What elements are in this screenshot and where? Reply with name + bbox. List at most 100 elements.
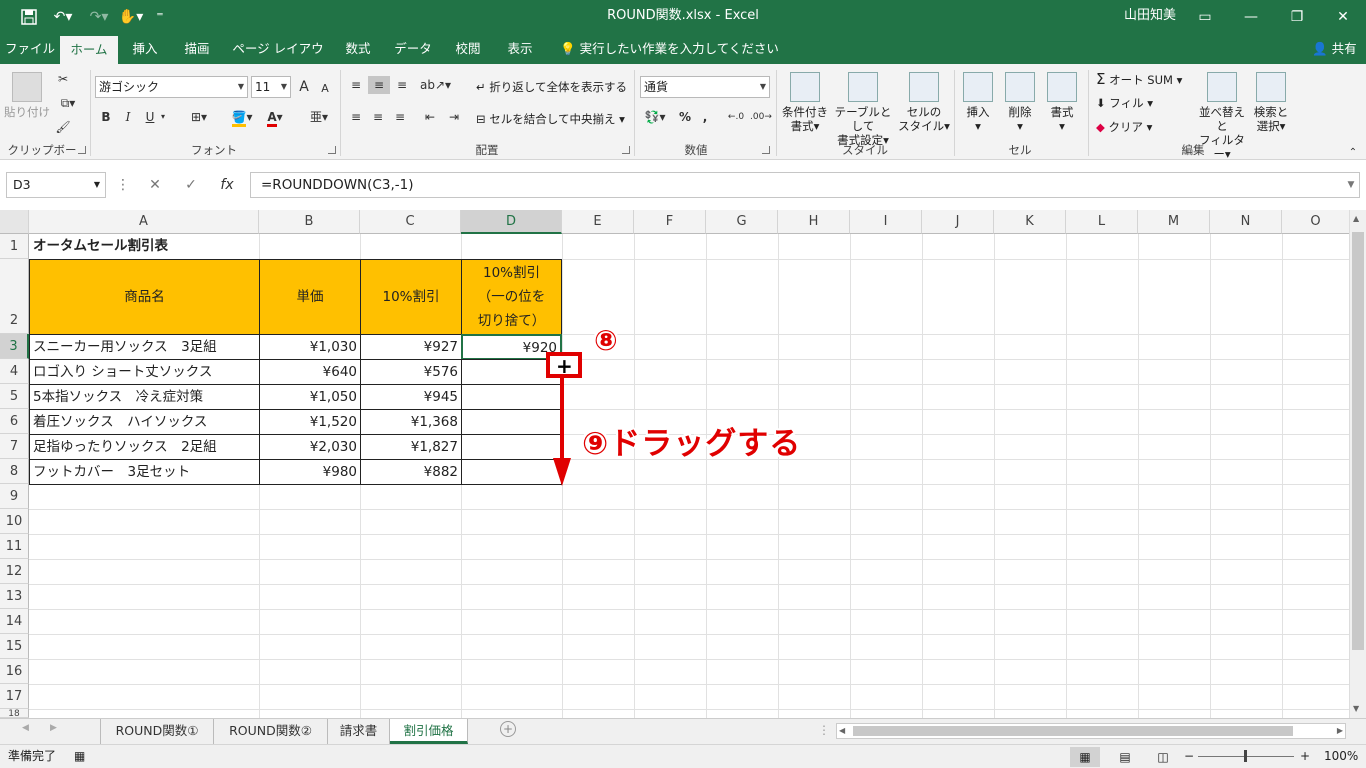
align-middle-icon[interactable]: ≡ xyxy=(368,76,390,94)
copy-icon[interactable]: ⧉▾ xyxy=(54,94,82,112)
table-cell[interactable]: ¥1,520 xyxy=(259,409,361,435)
table-cell[interactable]: ¥945 xyxy=(360,384,462,410)
restore-icon[interactable]: ❐ xyxy=(1274,0,1320,34)
grow-font-icon[interactable]: A xyxy=(296,78,312,96)
row-header[interactable]: 4 xyxy=(0,359,29,384)
column-header[interactable]: F xyxy=(634,210,706,234)
column-header[interactable]: H xyxy=(778,210,850,234)
font-launcher-icon[interactable] xyxy=(328,146,336,154)
ribbon-display-icon[interactable]: ▭ xyxy=(1182,0,1228,34)
sheet-tab[interactable]: 請求書 xyxy=(328,719,390,744)
percent-style-button[interactable]: % xyxy=(676,108,694,126)
table-cell[interactable]: ¥1,030 xyxy=(259,334,361,360)
zoom-slider[interactable] xyxy=(1198,750,1294,762)
tab-page-layout[interactable]: ページ レイアウト xyxy=(228,34,328,86)
row-header[interactable]: 11 xyxy=(0,534,29,559)
table-cell[interactable]: ¥640 xyxy=(259,359,361,385)
header-cell[interactable]: 10%割引 （一の位を 切り捨て） xyxy=(461,259,562,335)
undo-icon[interactable]: ↶▾ xyxy=(48,0,78,34)
italic-button[interactable]: I xyxy=(120,108,136,126)
cut-icon[interactable]: ✂ xyxy=(54,70,72,88)
tab-home[interactable]: ホーム xyxy=(60,36,118,64)
table-cell[interactable]: ¥980 xyxy=(259,459,361,485)
row-header[interactable]: 7 xyxy=(0,434,29,459)
table-cell[interactable]: スニーカー用ソックス 3足組 xyxy=(29,334,260,360)
format-cells-button[interactable]: 書式 ▾ xyxy=(1042,72,1082,133)
column-header[interactable]: N xyxy=(1210,210,1282,234)
table-cell[interactable]: 足指ゆったりソックス 2足組 xyxy=(29,434,260,460)
row-header[interactable]: 3 xyxy=(0,334,29,359)
insert-function-button[interactable]: fx xyxy=(214,172,240,198)
user-name[interactable]: 山田知美 xyxy=(1124,0,1176,32)
new-sheet-icon[interactable]: + xyxy=(500,721,516,737)
redo-icon[interactable]: ↷▾ xyxy=(84,0,114,34)
column-header[interactable]: J xyxy=(922,210,994,234)
decrease-indent-icon[interactable]: ⇤ xyxy=(420,108,440,126)
cell-styles-button[interactable]: セルの スタイル▾ xyxy=(898,72,950,133)
name-box[interactable]: D3 ▼ xyxy=(6,172,106,198)
header-cell[interactable]: 10%割引 xyxy=(360,259,462,335)
underline-button[interactable]: U xyxy=(142,108,158,126)
macro-record-icon[interactable]: ▦ xyxy=(74,745,85,768)
column-header[interactable]: I xyxy=(850,210,922,234)
clear-button[interactable]: ◆ クリア ▾ xyxy=(1096,118,1152,136)
sheet-tab[interactable]: ROUND関数② xyxy=(214,719,328,744)
fill-button[interactable]: ⬇ フィル ▾ xyxy=(1096,94,1153,112)
table-cell[interactable]: ¥1,368 xyxy=(360,409,462,435)
font-name-dropdown[interactable]: 游ゴシック ▼ xyxy=(95,76,248,98)
number-format-dropdown[interactable]: 通貨 ▼ xyxy=(640,76,770,98)
select-all-corner[interactable] xyxy=(0,210,29,234)
table-cell[interactable]: フットカバー 3足セット xyxy=(29,459,260,485)
table-cell[interactable]: ¥1,050 xyxy=(259,384,361,410)
font-size-dropdown[interactable]: 11 ▼ xyxy=(251,76,291,98)
tab-draw[interactable]: 描画 xyxy=(174,34,220,64)
scroll-right-icon[interactable]: ▶ xyxy=(1337,724,1343,738)
enter-icon[interactable]: ✓ xyxy=(178,172,204,198)
row-header[interactable]: 18 xyxy=(0,709,29,718)
column-header[interactable]: G xyxy=(706,210,778,234)
tab-file[interactable]: ファイル xyxy=(2,34,58,64)
table-cell[interactable]: ¥576 xyxy=(360,359,462,385)
expand-formula-icon[interactable]: ▼ xyxy=(1344,172,1358,198)
fill-handle-highlight[interactable]: + xyxy=(546,352,582,378)
header-cell[interactable]: 単価 xyxy=(259,259,361,335)
tab-view[interactable]: 表示 xyxy=(498,34,542,64)
orientation-icon[interactable]: ab↗▾ xyxy=(420,76,451,94)
column-header[interactable]: M xyxy=(1138,210,1210,234)
alignment-launcher-icon[interactable] xyxy=(622,146,630,154)
delete-cells-button[interactable]: 削除 ▾ xyxy=(1000,72,1040,133)
increase-indent-icon[interactable]: ⇥ xyxy=(444,108,464,126)
touch-mode-icon[interactable]: ✋▾ xyxy=(116,0,146,34)
comma-style-button[interactable]: , xyxy=(698,108,712,126)
row-header[interactable]: 15 xyxy=(0,634,29,659)
align-center-icon[interactable]: ≡ xyxy=(368,108,388,126)
table-cell[interactable]: ¥1,827 xyxy=(360,434,462,460)
find-select-button[interactable]: 検索と 選択▾ xyxy=(1252,72,1290,133)
decrease-decimal-icon[interactable]: .00→ xyxy=(750,108,772,126)
font-color-icon[interactable]: A▾ xyxy=(260,108,290,127)
column-header[interactable]: E xyxy=(562,210,634,234)
insert-cells-button[interactable]: 挿入 ▾ xyxy=(958,72,998,133)
align-bottom-icon[interactable]: ≡ xyxy=(392,76,412,94)
sheet-tab-active[interactable]: 割引価格 xyxy=(390,719,468,744)
tab-split-icon[interactable]: ⋮ xyxy=(818,723,830,737)
phonetic-icon[interactable]: 亜▾ xyxy=(304,108,334,126)
column-header[interactable]: D xyxy=(461,210,562,234)
zoom-slider-thumb[interactable] xyxy=(1244,750,1247,762)
align-right-icon[interactable]: ≡ xyxy=(390,108,410,126)
scroll-up-icon[interactable]: ▲ xyxy=(1353,214,1359,223)
align-top-icon[interactable]: ≡ xyxy=(346,76,366,94)
bold-button[interactable]: B xyxy=(98,108,114,126)
table-cell[interactable]: 着圧ソックス ハイソックス xyxy=(29,409,260,435)
wrap-text-button[interactable]: ↵ 折り返して全体を表示する xyxy=(476,78,627,96)
horizontal-scroll-thumb[interactable] xyxy=(853,726,1293,736)
column-header[interactable]: L xyxy=(1066,210,1138,234)
cancel-icon[interactable]: ✕ xyxy=(142,172,168,198)
close-icon[interactable]: ✕ xyxy=(1320,0,1366,34)
column-header[interactable]: O xyxy=(1282,210,1350,234)
autosum-button[interactable]: Σ オート SUM ▾ xyxy=(1096,70,1182,89)
paste-button[interactable]: 貼り付け xyxy=(4,72,50,119)
clipboard-launcher-icon[interactable] xyxy=(78,146,86,154)
shrink-font-icon[interactable]: A xyxy=(318,80,332,98)
row-header[interactable]: 6 xyxy=(0,409,29,434)
